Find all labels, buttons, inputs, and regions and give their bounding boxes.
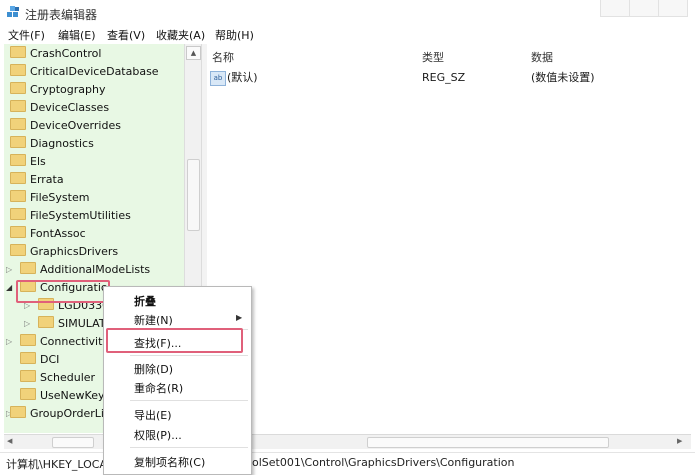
menu-file[interactable]: 文件(F) xyxy=(8,27,45,43)
tree-item[interactable]: CriticalDeviceDatabase xyxy=(10,63,159,81)
title-bar: 注册表编辑器 xyxy=(0,0,695,26)
tree-item[interactable]: Connectivity xyxy=(20,333,109,351)
folder-icon xyxy=(10,154,26,166)
tree-item[interactable]: Errata xyxy=(10,171,64,189)
window-title: 注册表编辑器 xyxy=(25,8,98,22)
context-export[interactable]: 导出(E) xyxy=(134,407,172,423)
expand-arrow-icon[interactable]: ▷ xyxy=(24,315,30,333)
status-path-left: 计算机\HKEY_LOCA xyxy=(6,458,107,471)
folder-icon xyxy=(10,226,26,238)
folder-icon xyxy=(10,136,26,148)
folder-icon xyxy=(10,190,26,202)
folder-icon xyxy=(20,334,36,346)
scrollbar-thumb[interactable] xyxy=(367,437,609,448)
column-header-data[interactable]: 数据 xyxy=(531,49,553,65)
tree-item[interactable]: DeviceClasses xyxy=(10,99,109,117)
configuration-highlight-box xyxy=(16,280,110,303)
tree-item[interactable]: CrashControl xyxy=(10,45,101,63)
maximize-button[interactable] xyxy=(629,0,659,17)
value-type: REG_SZ xyxy=(422,71,466,84)
tree-item[interactable]: FileSystem xyxy=(10,189,89,207)
scroll-up-arrow-icon[interactable]: ▲ xyxy=(186,46,201,60)
value-name: (默认) xyxy=(227,71,258,84)
menu-separator xyxy=(130,355,248,356)
expand-arrow-icon[interactable]: ▷ xyxy=(6,261,12,279)
collapse-arrow-icon[interactable]: ◢ xyxy=(6,279,12,297)
list-horizontal-scrollbar[interactable]: ▶ xyxy=(207,434,691,449)
context-collapse[interactable]: 折叠 xyxy=(134,293,156,309)
menu-favorites[interactable]: 收藏夹(A) xyxy=(156,27,205,43)
minimize-button[interactable] xyxy=(600,0,630,17)
submenu-arrow-icon: ▶ xyxy=(236,313,243,322)
context-rename[interactable]: 重命名(R) xyxy=(134,380,183,396)
menu-separator xyxy=(130,447,248,448)
tree-item[interactable]: Diagnostics xyxy=(10,135,94,153)
context-menu: 折叠 新建(N) ▶ 查找(F)... 删除(D) 重命名(R) 导出(E) 权… xyxy=(103,286,252,475)
column-header-type[interactable]: 类型 xyxy=(422,49,444,65)
context-copy-key-name[interactable]: 复制项名称(C) xyxy=(134,454,205,470)
folder-open-icon xyxy=(10,244,26,256)
folder-icon xyxy=(20,370,36,382)
context-delete[interactable]: 删除(D) xyxy=(134,361,173,377)
folder-icon xyxy=(10,208,26,220)
tree-item[interactable]: DeviceOverrides xyxy=(10,117,121,135)
tree-item[interactable]: GroupOrderList xyxy=(10,405,114,423)
menu-separator xyxy=(130,400,248,401)
tree-item[interactable]: GraphicsDrivers xyxy=(10,243,118,261)
column-header-name[interactable]: 名称 xyxy=(212,49,234,65)
registry-editor-icon xyxy=(7,6,19,17)
tree-item[interactable]: FileSystemUtilities xyxy=(10,207,131,225)
folder-icon xyxy=(20,352,36,364)
folder-icon xyxy=(10,64,26,76)
folder-icon xyxy=(38,316,54,328)
folder-icon xyxy=(10,82,26,94)
context-permissions[interactable]: 权限(P)... xyxy=(134,427,182,443)
string-value-icon: ab xyxy=(210,71,226,86)
tree-item[interactable]: FontAssoc xyxy=(10,225,86,243)
scrollbar-thumb[interactable] xyxy=(187,159,200,231)
folder-icon xyxy=(20,262,36,274)
folder-icon xyxy=(10,406,26,418)
status-path-right: olSet001\Control\GraphicsDrivers\Configu… xyxy=(252,456,515,469)
list-item[interactable]: ab (默认) REG_SZ (数值未设置) xyxy=(207,69,687,87)
close-button[interactable] xyxy=(658,0,688,17)
folder-icon xyxy=(10,100,26,112)
find-highlight-box xyxy=(106,328,243,353)
window-controls xyxy=(600,0,691,18)
tree-item[interactable]: SIMULAT xyxy=(38,315,106,333)
menu-help[interactable]: 帮助(H) xyxy=(215,27,254,43)
value-list: 名称 类型 数据 ab (默认) REG_SZ (数值未设置) xyxy=(207,44,691,433)
folder-icon xyxy=(10,46,26,58)
tree-item[interactable]: Cryptography xyxy=(10,81,105,99)
scroll-left-arrow-icon[interactable]: ◀ xyxy=(7,437,12,445)
value-data: (数值未设置) xyxy=(531,71,595,84)
expand-arrow-icon[interactable]: ▷ xyxy=(6,333,12,351)
menu-bar: 文件(F) 编辑(E) 查看(V) 收藏夹(A) 帮助(H) xyxy=(0,26,695,43)
menu-edit[interactable]: 编辑(E) xyxy=(58,27,96,43)
folder-icon xyxy=(10,172,26,184)
tree-item[interactable]: DCI xyxy=(20,351,59,369)
tree-item[interactable]: Els xyxy=(10,153,46,171)
scrollbar-thumb[interactable] xyxy=(52,437,94,448)
tree-item[interactable]: UseNewKey xyxy=(20,387,105,405)
scroll-right-arrow-icon[interactable]: ▶ xyxy=(677,437,682,445)
tree-item[interactable]: AdditionalModeLists xyxy=(20,261,150,279)
folder-icon xyxy=(10,118,26,130)
context-new[interactable]: 新建(N) xyxy=(134,312,173,328)
folder-icon xyxy=(20,388,36,400)
tree-item[interactable]: Scheduler xyxy=(20,369,95,387)
menu-view[interactable]: 查看(V) xyxy=(107,27,145,43)
